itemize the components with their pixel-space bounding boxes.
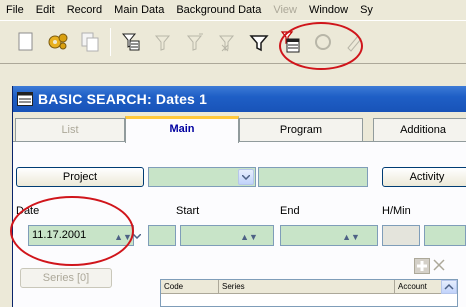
plus-icon[interactable] — [414, 258, 430, 274]
menu-file[interactable]: File — [0, 0, 30, 20]
project-button[interactable]: Project — [16, 167, 144, 187]
tab-strip: List Main Program Additiona — [15, 116, 466, 143]
mdi-background — [0, 64, 466, 86]
filter-disabled-icon[interactable] — [149, 28, 177, 56]
activity-button[interactable]: Activity — [382, 167, 466, 187]
series-grid[interactable]: Code Series Account — [160, 279, 458, 307]
tab-additional[interactable]: Additiona — [373, 118, 466, 142]
end-spinner-icon[interactable]: ▲▼ — [342, 228, 360, 245]
hmin-field[interactable] — [382, 225, 420, 246]
date-label: Date — [16, 205, 40, 217]
menu-system[interactable]: Sy — [354, 0, 379, 20]
close-icon[interactable] — [432, 258, 448, 274]
grid-col-code[interactable]: Code — [161, 280, 219, 294]
chevron-down-icon[interactable] — [238, 169, 254, 185]
menu-view[interactable]: View — [267, 0, 303, 20]
chevron-down-icon[interactable] — [128, 228, 146, 245]
start-field[interactable] — [180, 225, 274, 246]
filter-table-icon[interactable] — [277, 28, 305, 56]
menu-edit[interactable]: Edit — [30, 0, 61, 20]
grid-header: Code Series Account — [161, 280, 457, 294]
window-title: BASIC SEARCH: Dates 1 — [38, 91, 208, 107]
date-extra-field[interactable] — [148, 225, 176, 246]
new-document-icon[interactable] — [12, 28, 40, 56]
filter-icon[interactable] — [245, 28, 273, 56]
menu-main-data[interactable]: Main Data — [108, 0, 170, 20]
tab-list[interactable]: List — [15, 118, 125, 142]
menu-background-data[interactable]: Background Data — [170, 0, 267, 20]
gears-icon[interactable] — [44, 28, 72, 56]
menu-record[interactable]: Record — [61, 0, 108, 20]
toolbar-separator — [110, 28, 111, 56]
project-description-field[interactable] — [258, 167, 368, 187]
filter-add-disabled-icon[interactable] — [181, 28, 209, 56]
menu-bar: File Edit Record Main Data Background Da… — [0, 0, 466, 20]
end-field[interactable] — [280, 225, 378, 246]
filter-remove-disabled-icon[interactable] — [213, 28, 241, 56]
date-value: 11.17.2001 — [32, 229, 87, 241]
start-label: Start — [176, 205, 200, 217]
end-label: End — [280, 205, 300, 217]
tab-main[interactable]: Main — [125, 116, 239, 143]
refresh-disabled-icon[interactable] — [309, 28, 337, 56]
window-titlebar[interactable]: BASIC SEARCH: Dates 1 — [13, 86, 466, 112]
grid-col-account[interactable]: Account — [395, 280, 441, 294]
filter-list-icon[interactable] — [117, 28, 145, 56]
grid-col-series[interactable]: Series — [219, 280, 395, 294]
window-app-icon — [17, 92, 33, 106]
edit-disabled-icon[interactable] — [341, 28, 369, 56]
series-button[interactable]: Series [0] — [20, 268, 112, 288]
project-combo[interactable] — [148, 167, 256, 187]
toolbar — [0, 20, 466, 64]
scroll-up-icon[interactable] — [441, 280, 457, 294]
start-spinner-icon[interactable]: ▲▼ — [240, 228, 258, 245]
hmin-label: H/Min — [382, 205, 411, 217]
tab-program[interactable]: Program — [239, 118, 363, 142]
hmin-extra-field[interactable] — [424, 225, 466, 246]
menu-window[interactable]: Window — [303, 0, 354, 20]
copy-icon[interactable] — [76, 28, 104, 56]
